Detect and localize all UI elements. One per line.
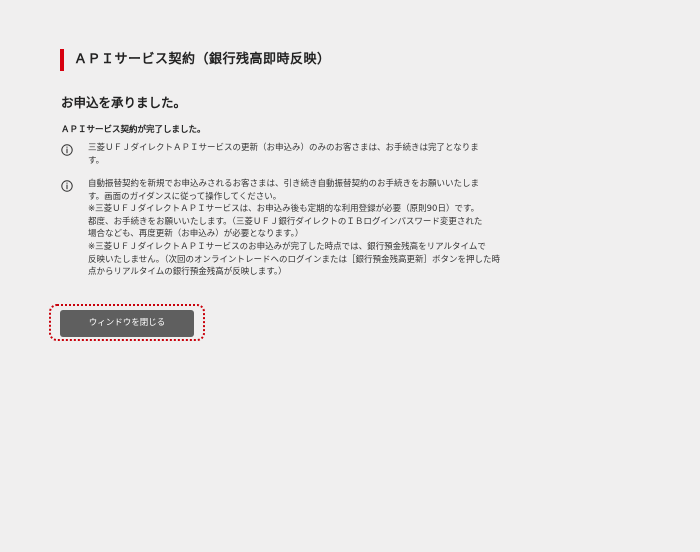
notice-line: す。 <box>88 155 105 166</box>
notice-line: 都度、お手続きをお願いいたします。（三菱ＵＦＪ銀行ダイレクトのＩＢログインパスワ… <box>88 216 483 227</box>
info-icon <box>61 144 73 156</box>
notice-auto-transfer: 自動振替契約を新規でお申込みされるお客さまは、引き続き自動振替契約のお手続きをお… <box>61 178 511 279</box>
notice-line: 自動振替契約を新規でお申込みされるお客さまは、引き続き自動振替契約のお手続きをお… <box>88 179 480 189</box>
close-window-button[interactable]: ウィンドウを閉じる <box>60 310 194 337</box>
notice-line: す。画面のガイダンスに従って操作してください。 <box>88 191 282 202</box>
notice-line: 反映いたしません。（次回のオンライントレードへのログインまたは［銀行預金残高更新… <box>88 254 501 265</box>
completion-heading: お申込を承りました。 <box>61 95 187 110</box>
notice-line: ※三菱ＵＦＪダイレクトＡＰＩサービスは、お申込み後も定期的な利用登録が必要（原則… <box>88 204 480 215</box>
notice-line: 場合なども、再度更新（お申込み）が必要となります。） <box>88 229 304 240</box>
info-icon <box>61 180 73 192</box>
notice-line: 点からリアルタイムの銀行預金残高が反映します。） <box>88 267 287 278</box>
page-title: ＡＰＩサービス契約（銀行残高即時反映） <box>60 49 331 71</box>
notice-line: 三菱ＵＦＪダイレクトＡＰＩサービスの更新（お申込み）のみのお客さまは、お手続きは… <box>88 143 479 153</box>
notice-renewal: 三菱ＵＦＪダイレクトＡＰＩサービスの更新（お申込み）のみのお客さまは、お手続きは… <box>61 142 511 167</box>
completion-message: ＡＰＩサービス契約が完了しました。 <box>61 125 206 135</box>
notice-line: ※三菱ＵＦＪダイレクトＡＰＩサービスのお申込みが完了した時点では、銀行預金残高を… <box>88 241 486 252</box>
